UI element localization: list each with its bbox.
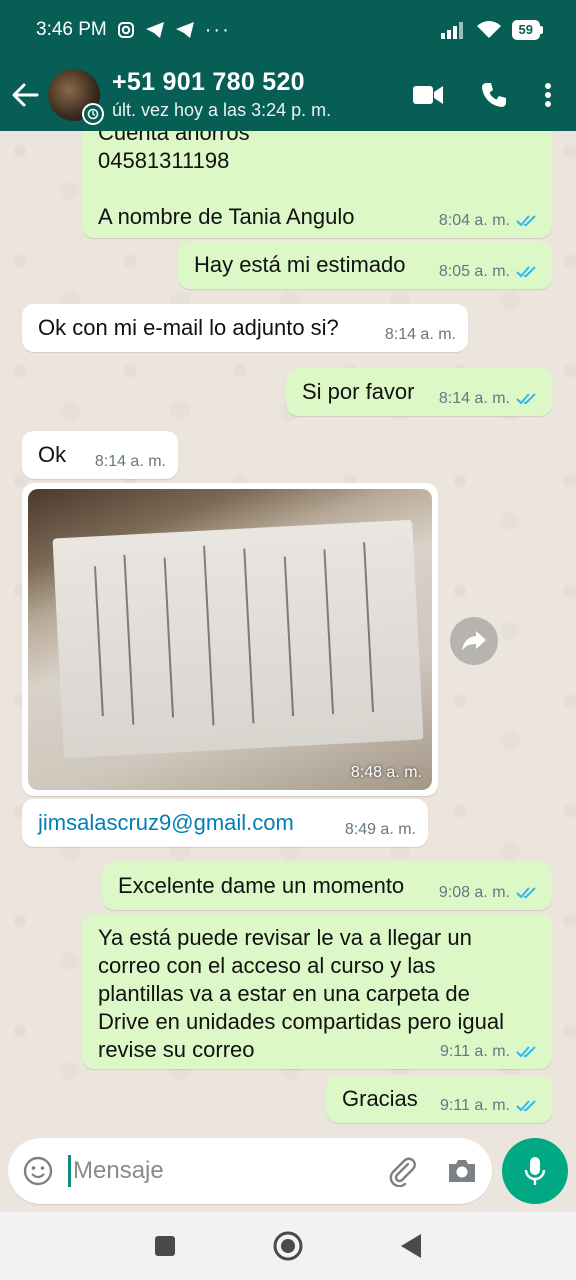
recents-button-icon[interactable] xyxy=(154,1235,176,1257)
read-ticks-icon xyxy=(516,215,536,227)
video-call-icon[interactable] xyxy=(412,84,444,106)
phone-icon[interactable] xyxy=(480,81,508,109)
read-ticks-icon xyxy=(516,393,536,405)
message-meta: 8:14 a. m. xyxy=(385,326,456,344)
message-bubble[interactable]: Si por favor 8:14 a. m. xyxy=(286,368,552,416)
message-meta: 9:11 a. m. xyxy=(440,1043,540,1061)
system-nav-bar xyxy=(0,1212,576,1280)
back-button[interactable] xyxy=(2,81,48,109)
message-meta: 9:11 a. m. xyxy=(440,1097,540,1115)
read-ticks-icon xyxy=(516,1046,536,1058)
camera-icon[interactable] xyxy=(446,1157,478,1185)
message-bubble[interactable]: Hay está mi estimado 8:05 a. m. xyxy=(178,241,552,289)
message-bubble[interactable]: Ok 8:14 a. m. xyxy=(22,431,178,479)
top-bar: 3:46 PM ··· 59 +51 901 780 520 últ. vez … xyxy=(0,0,576,131)
message-time: 8:14 a. m. xyxy=(94,453,166,470)
composer: Mensaje xyxy=(0,1134,576,1212)
status-time: 3:46 PM xyxy=(36,19,107,40)
back-button-icon[interactable] xyxy=(400,1233,422,1259)
disappearing-timer-icon xyxy=(82,102,104,125)
message-time: 9:11 a. m. xyxy=(440,1097,510,1114)
status-bar: 3:46 PM ··· 59 xyxy=(0,0,576,60)
mic-icon xyxy=(524,1157,546,1185)
forward-button[interactable] xyxy=(450,617,498,665)
system-icons: 59 xyxy=(440,20,544,40)
header-actions xyxy=(412,81,552,109)
message-input-box[interactable]: Mensaje xyxy=(8,1138,492,1204)
message-time: 8:04 a. m. xyxy=(438,212,510,229)
message-bubble[interactable]: Excelente dame un momento 9:08 a. m. xyxy=(102,862,552,910)
message-time: 8:49 a. m. xyxy=(344,821,416,838)
chat-area[interactable]: Cuenta ahorros 04581311198 A nombre de T… xyxy=(0,131,576,1134)
message-meta: 9:08 a. m. xyxy=(439,884,540,902)
read-ticks-icon xyxy=(516,887,536,899)
last-seen: últ. vez hoy a las 3:24 p. m. xyxy=(112,100,332,120)
back-arrow-icon xyxy=(12,83,39,106)
contact-info[interactable]: +51 901 780 520 últ. vez hoy a las 3:24 … xyxy=(112,68,412,121)
message-time: 8:48 a. m. xyxy=(350,764,422,781)
home-button-icon[interactable] xyxy=(272,1230,304,1262)
message-bubble[interactable]: Ya está puede revisar le va a llegar un … xyxy=(82,914,552,1069)
message-time: 8:14 a. m. xyxy=(438,390,510,407)
message-meta: 8:05 a. m. xyxy=(439,263,540,281)
mic-button[interactable] xyxy=(502,1138,568,1204)
emoji-icon[interactable] xyxy=(22,1155,54,1187)
message-meta: 8:14 a. m. xyxy=(439,390,540,408)
message-bubble[interactable]: Cuenta ahorros 04581311198 A nombre de T… xyxy=(82,131,552,238)
wifi-icon xyxy=(476,21,501,38)
message-input[interactable]: Mensaje xyxy=(68,1155,386,1187)
read-ticks-icon xyxy=(516,1100,536,1112)
message-meta: 8:49 a. m. xyxy=(345,821,416,839)
message-bubble[interactable]: jimsalascruz9@gmail.com 8:49 a. m. xyxy=(22,799,428,847)
telegram-icon-2 xyxy=(175,22,194,38)
receipt-paper xyxy=(52,519,424,759)
message-time: 9:11 a. m. xyxy=(440,1043,510,1060)
message-time: 8:14 a. m. xyxy=(384,326,456,343)
battery-icon: 59 xyxy=(511,20,544,40)
message-meta: 8:14 a. m. xyxy=(95,453,166,471)
image-message[interactable]: 8:48 a. m. xyxy=(22,483,438,796)
avatar[interactable] xyxy=(48,68,104,125)
message-time: 9:08 a. m. xyxy=(438,884,510,901)
chat-header: +51 901 780 520 últ. vez hoy a las 3:24 … xyxy=(0,58,576,131)
signal-icon xyxy=(440,22,463,39)
telegram-icon xyxy=(145,22,164,38)
read-ticks-icon xyxy=(516,266,536,278)
message-time: 8:05 a. m. xyxy=(438,263,510,280)
message-bubble[interactable]: Gracias 9:11 a. m. xyxy=(326,1075,552,1123)
attach-icon[interactable] xyxy=(386,1155,418,1187)
message-bubble[interactable]: Ok con mi e-mail lo adjunto si? 8:14 a. … xyxy=(22,304,468,352)
message-meta: 8:04 a. m. xyxy=(439,212,540,230)
notification-icons: ··· xyxy=(117,19,231,42)
contact-name: +51 901 780 520 xyxy=(112,68,305,96)
instagram-icon xyxy=(117,22,134,38)
receipt-photo[interactable]: 8:48 a. m. xyxy=(28,489,432,790)
more-notifications-icon: ··· xyxy=(204,18,231,41)
more-vert-icon[interactable] xyxy=(544,82,552,108)
forward-icon xyxy=(462,631,486,651)
